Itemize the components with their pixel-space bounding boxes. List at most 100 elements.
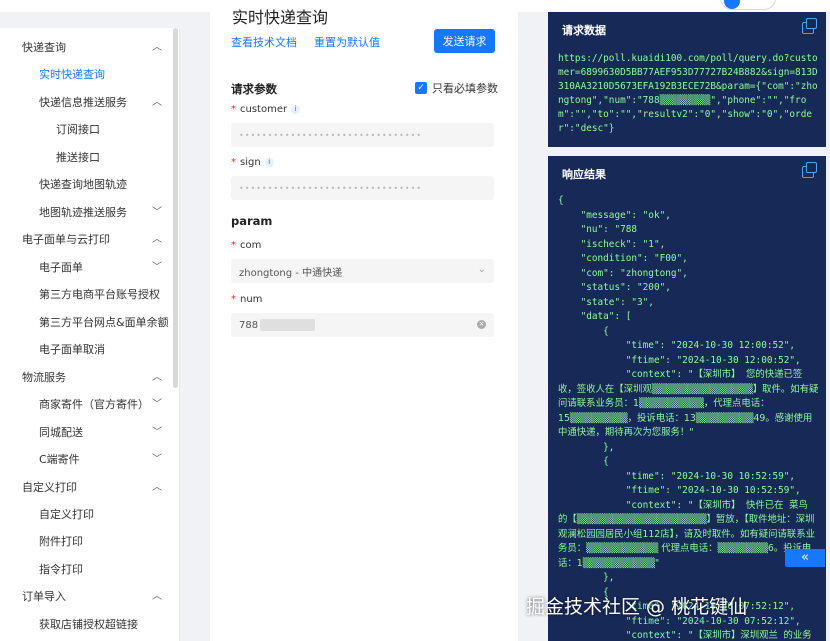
sidebar-item[interactable]: 商家寄件（官方寄件） ﹀: [0, 390, 172, 417]
tech-doc-link[interactable]: 查看技术文档: [231, 34, 297, 50]
chevron-up-icon: ︿: [152, 42, 162, 53]
sidebar-item[interactable]: 订阅接口: [0, 115, 172, 142]
sidebar-item[interactable]: 附件打印: [0, 527, 172, 554]
sidebar-item[interactable]: 订单导入 ︿: [0, 582, 172, 609]
com-select[interactable]: zhongtong - 中通快递 ⌄: [231, 259, 494, 283]
sidebar-item-label: 自定义打印: [22, 480, 77, 494]
response-line: {: [558, 456, 609, 467]
sidebar-item-label: 电子面单: [39, 260, 83, 274]
chevron-up-icon: ︿: [152, 372, 162, 383]
sidebar-item[interactable]: 地图轨迹推送服务 ﹀: [0, 198, 172, 225]
sidebar-item[interactable]: 电子面单 ﹀: [0, 253, 172, 280]
response-line: {: [558, 325, 609, 337]
sidebar-item-label: 推送接口: [56, 150, 100, 164]
info-icon[interactable]: i: [264, 158, 274, 167]
sidebar-item-label: 获取店铺授权超链接: [39, 617, 138, 631]
copy-icon[interactable]: [802, 18, 817, 34]
response-line: "time": "2024-10-30 12:00:52",: [558, 340, 796, 351]
sidebar-item[interactable]: 第三方平台网点&面单余额: [0, 308, 172, 335]
response-line: {: [558, 195, 564, 206]
watermark: 掘金技术社区 @ 桃花键仙: [526, 596, 748, 618]
clear-icon[interactable]: ×: [477, 320, 486, 329]
required-asterisk: *: [231, 157, 236, 168]
sidebar-item[interactable]: C端寄件 ﹀: [0, 445, 172, 472]
check-icon: ✓: [415, 82, 427, 94]
sidebar-item[interactable]: 实时快递查询: [0, 60, 172, 87]
param-section-title: param: [231, 214, 273, 228]
send-request-button[interactable]: 发送请求: [434, 29, 495, 53]
sign-field[interactable]: ••••••••••••••••••••••••••••••••: [231, 176, 494, 200]
sidebar-item-label: 电子面单与云打印: [22, 232, 110, 246]
customer-field[interactable]: ••••••••••••••••••••••••••••••••: [231, 123, 494, 147]
redacted-blur: [260, 319, 316, 331]
sidebar-item[interactable]: 快递信息推送服务 ︿: [0, 88, 172, 115]
chevron-down-icon: ﹀: [152, 427, 162, 438]
response-line: },: [558, 441, 615, 453]
copy-icon[interactable]: [802, 162, 817, 178]
required-asterisk: *: [231, 294, 236, 305]
response-line: "nu": "788: [558, 224, 638, 235]
response-line: "message": "ok",: [558, 209, 671, 221]
response-line: "ftime": "2024-10-30 10:52:59",: [558, 485, 801, 496]
com-selected-value: zhongtong - 中通快递: [239, 267, 343, 279]
sidebar-item[interactable]: 物流服务 ︿: [0, 363, 172, 390]
user-menu[interactable]: [720, 0, 776, 10]
response-line: "time": "2024-10-30 10:52:59",: [558, 470, 796, 482]
request-url-text: https://poll.kuaidi100.com/poll/query.do…: [558, 53, 818, 134]
required-asterisk: *: [231, 240, 236, 251]
sidebar-item-label: 快递信息推送服务: [39, 95, 127, 109]
customer-masked-value: ••••••••••••••••••••••••••••••••: [239, 130, 422, 140]
response-line: "ftime": "2024-10-30 12:00:52",: [558, 354, 801, 366]
chevron-down-icon: ﹀: [152, 399, 162, 410]
sidebar-item[interactable]: 第三方电商平台账号授权: [0, 280, 172, 307]
info-icon[interactable]: i: [291, 105, 301, 114]
sidebar-item-label: 订单导入: [22, 589, 66, 603]
com-label-text: com: [240, 240, 262, 251]
sidebar-item[interactable]: 快递查询地图轨迹: [0, 170, 172, 197]
sidebar-item[interactable]: 推送接口: [0, 143, 172, 170]
num-value: 788: [239, 319, 259, 331]
com-label: * com: [231, 240, 261, 251]
sidebar-item-label: 电子面单取消: [39, 342, 105, 356]
sidebar-item[interactable]: 同城配送 ﹀: [0, 418, 172, 445]
num-input[interactable]: 788 ×: [231, 313, 494, 337]
params-section-title: 请求参数: [231, 82, 277, 96]
sidebar-item-label: 附件打印: [39, 534, 83, 548]
page-title: 实时快递查询: [232, 8, 329, 27]
response-line: },: [558, 572, 615, 583]
chevron-up-icon: ︿: [152, 591, 162, 602]
sidebar-item-label: C端寄件: [39, 452, 80, 466]
response-line: "status": "200",: [558, 282, 671, 293]
sidebar-scrollbar[interactable]: [173, 28, 178, 388]
sidebar-item-label: 商家寄件（官方寄件）: [39, 397, 149, 411]
sidebar-item[interactable]: 电子面单取消: [0, 335, 172, 362]
sidebar-item[interactable]: 获取店铺授权超链接: [0, 610, 172, 637]
required-only-checkbox[interactable]: ✓ 只看必填参数: [415, 80, 498, 96]
required-asterisk: *: [231, 104, 236, 115]
chevron-down-icon: ﹀: [152, 454, 162, 465]
sidebar-item-label: 自定义打印: [39, 507, 94, 521]
required-only-label: 只看必填参数: [432, 82, 498, 95]
sidebar-item[interactable]: 电子面单与云打印 ︿: [0, 225, 172, 252]
sidebar-item[interactable]: 自定义打印: [0, 500, 172, 527]
sidebar-item[interactable]: 指令打印: [0, 555, 172, 582]
sign-label-text: sign: [240, 157, 261, 168]
chevron-up-icon: ︿: [152, 234, 162, 245]
reset-default-link[interactable]: 重置为默认值: [314, 34, 380, 50]
response-context-text: 收，签收人在【深圳观▒▒▒▒▒▒▒▒▒▒▒▒▒▒】取件。如有疑问请联系业务员：1…: [558, 383, 819, 439]
sidebar-item[interactable]: 快递查询 ︿: [0, 33, 172, 60]
sidebar-item-label: 指令打印: [39, 562, 83, 576]
response-line: "condition": "F00",: [558, 253, 688, 264]
sidebar-item[interactable]: 自定义打印 ︿: [0, 473, 172, 500]
num-label: * num: [231, 294, 262, 305]
request-data-title: 请求数据: [562, 24, 606, 37]
chevron-down-icon: ﹀: [152, 207, 162, 218]
chevron-up-icon: ︿: [152, 482, 162, 493]
sidebar-item-label: 地图轨迹推送服务: [39, 205, 127, 219]
chevron-up-icon: ︿: [152, 97, 162, 108]
sidebar-item-label: 订阅接口: [56, 122, 100, 136]
chevron-down-icon: ⌄: [477, 264, 486, 275]
customer-label: * customer i: [231, 104, 301, 115]
sidebar-item-label: 第三方电商平台账号授权: [39, 287, 160, 301]
collapse-panel-button[interactable]: «: [785, 549, 825, 567]
